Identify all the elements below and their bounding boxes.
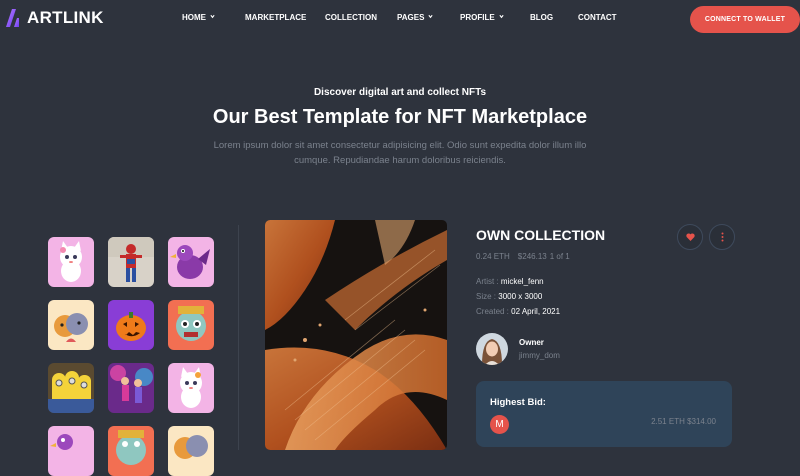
edition-count: 1 of 1 — [549, 252, 570, 261]
white-cat-image — [48, 237, 94, 287]
nav-item-marketplace[interactable]: MARKETPLACE — [245, 13, 306, 22]
created-label: Created : — [476, 307, 509, 316]
created-row: Created : 02 April, 2021 — [476, 307, 560, 316]
heart-icon — [685, 233, 695, 241]
tribal-mask-image — [168, 300, 214, 350]
nav-item-collection[interactable]: COLLECTION — [325, 13, 377, 22]
like-button[interactable] — [677, 224, 703, 250]
nav-item-pages[interactable]: PAGES — [397, 13, 434, 22]
white-cat-image — [168, 363, 214, 413]
dancers-image — [108, 363, 154, 413]
nav-item-contact[interactable]: CONTACT — [578, 13, 617, 22]
spider-figure-image — [108, 237, 154, 287]
size-row: Size : 3000 x 3000 — [476, 292, 542, 301]
minions-image — [48, 363, 94, 413]
created-value: 02 April, 2021 — [511, 307, 561, 316]
nft-thumbnail-purple-bird[interactable] — [168, 237, 214, 287]
pet-hug-image — [168, 426, 214, 476]
owner-username[interactable]: jimmy_dom — [519, 351, 560, 360]
pet-hug-image — [48, 300, 94, 350]
nft-artwork-image — [265, 220, 447, 450]
chevron-down-icon — [428, 14, 434, 19]
connect-wallet-button[interactable]: CONNECT TO WALLET — [690, 6, 800, 33]
chevron-down-icon — [210, 14, 215, 19]
nft-thumbnail-purple-bird-2[interactable] — [48, 426, 94, 476]
pumpkin-image — [108, 300, 154, 350]
artist-value: mickel_fenn — [500, 277, 544, 286]
more-options-button[interactable] — [709, 224, 735, 250]
nav-item-label: PROFILE — [460, 13, 495, 22]
avatar-image — [476, 333, 508, 365]
item-title: OWN COLLECTION — [476, 227, 606, 243]
nav-item-label: BLOG — [530, 13, 554, 22]
purple-bird-image — [48, 426, 94, 476]
hero-description: Lorem ipsum dolor sit amet consectetur a… — [213, 140, 587, 166]
size-label: Size : — [476, 292, 497, 301]
nft-thumbnail-minions[interactable] — [48, 363, 94, 413]
nav-item-label: COLLECTION — [325, 13, 377, 22]
nav-item-profile[interactable]: PROFILE — [460, 13, 504, 22]
nav-item-label: MARKETPLACE — [245, 13, 307, 22]
highest-bid-amount: 2.51 ETH $314.00 — [651, 417, 716, 426]
highest-bid-label: Highest Bid: — [490, 397, 546, 408]
price-usd: $246.13 — [517, 252, 547, 261]
nft-thumbnail-pet-hug[interactable] — [48, 300, 94, 350]
bidder-avatar: M — [490, 415, 509, 434]
nft-thumbnail-white-cat[interactable] — [48, 237, 94, 287]
nft-thumbnail-spider-figure[interactable] — [108, 237, 154, 287]
nft-thumbnail-dancers[interactable] — [108, 363, 154, 413]
nav-item-label: PAGES — [397, 13, 425, 22]
owner-avatar[interactable] — [476, 333, 508, 365]
nav-item-label: HOME — [182, 13, 206, 22]
abstract-art-image — [265, 220, 447, 450]
section-divider — [238, 225, 239, 450]
hero-title: Our Best Template for NFT Marketplace — [212, 106, 588, 128]
nav-item-blog[interactable]: BLOG — [530, 13, 553, 22]
nft-thumbnail-tribal-mask-2[interactable] — [108, 426, 154, 476]
chevron-down-icon — [499, 14, 504, 19]
purple-bird-image — [168, 237, 214, 287]
nft-thumbnail-white-cat-2[interactable] — [168, 363, 214, 413]
main-nav: HOME MARKETPLACE COLLECTION PAGES PROFIL… — [0, 13, 800, 27]
hero-subtitle: Discover digital art and collect NFTs — [313, 87, 487, 98]
nft-thumbnail-pet-hug-2[interactable] — [168, 426, 214, 476]
owner-label: Owner — [519, 338, 544, 347]
more-vertical-icon — [721, 232, 723, 242]
tribal-mask-image — [108, 426, 154, 476]
size-value: 3000 x 3000 — [498, 292, 543, 301]
nav-item-home[interactable]: HOME — [182, 13, 215, 22]
price-line: 0.24 ETH $246.13 1 of 1 — [476, 252, 578, 261]
highest-bid-card: Highest Bid: M 2.51 ETH $314.00 — [476, 381, 732, 447]
nft-thumbnail-tribal-mask[interactable] — [168, 300, 214, 350]
nav-item-label: CONTACT — [578, 13, 617, 22]
artist-label: Artist : — [476, 277, 499, 286]
artist-row: Artist : mickel_fenn — [476, 277, 544, 286]
price-eth: 0.24 ETH — [476, 252, 510, 261]
nft-thumbnail-pumpkin[interactable] — [108, 300, 154, 350]
